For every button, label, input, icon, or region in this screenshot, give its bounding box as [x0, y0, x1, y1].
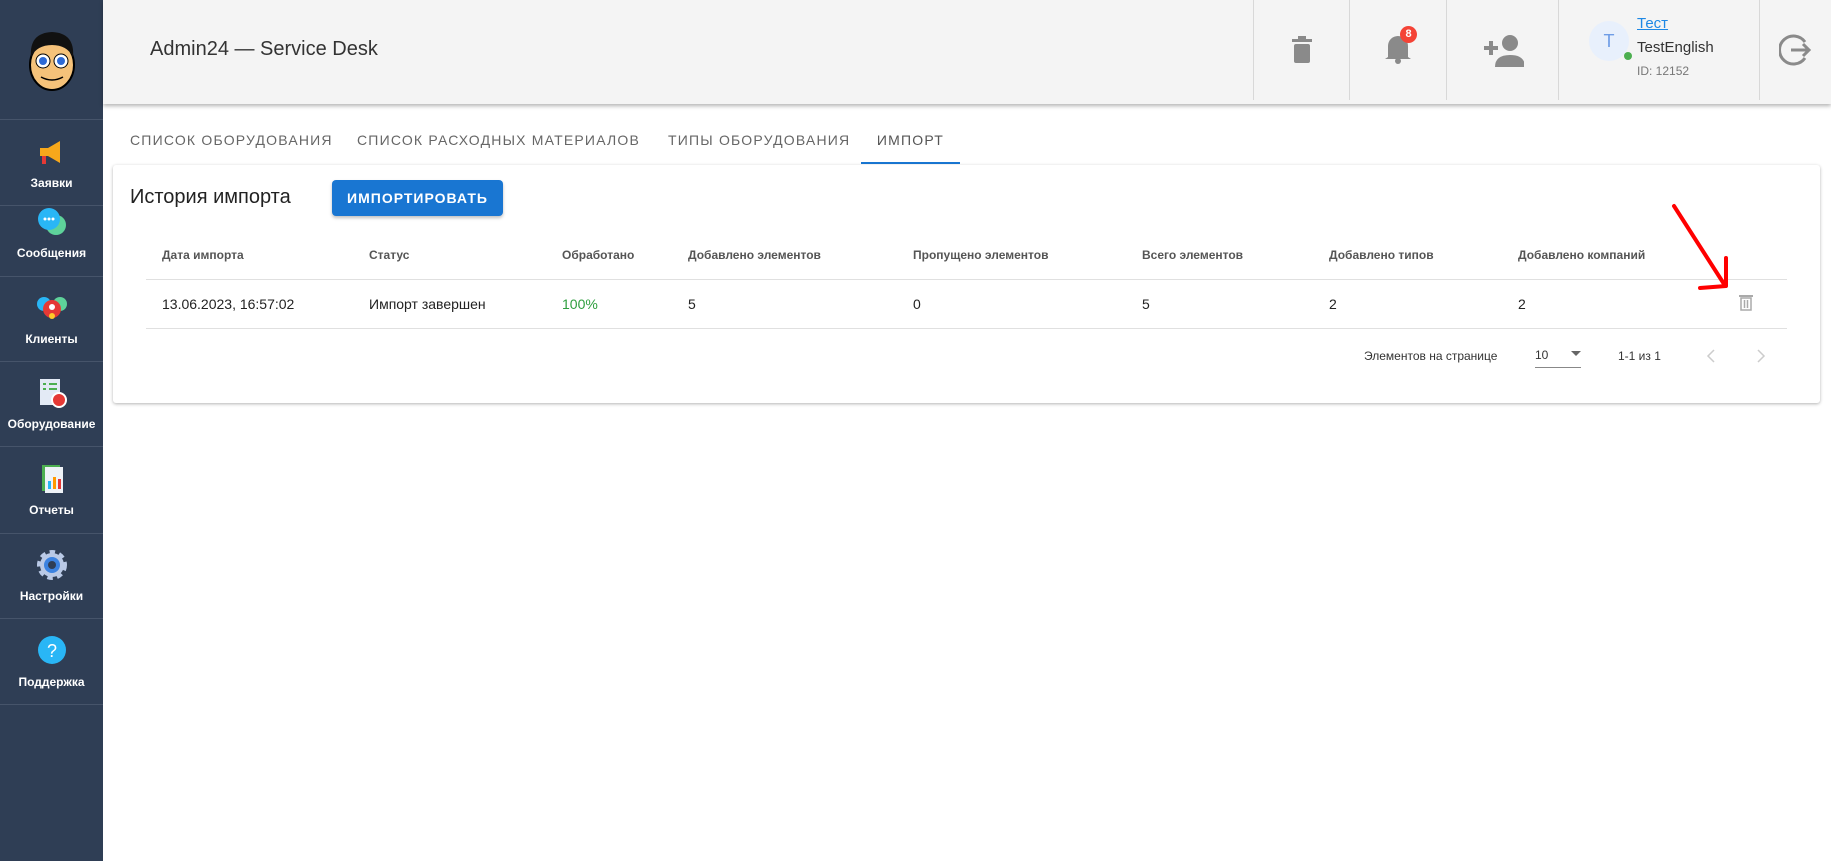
sidebar-item-label: Сообщения	[16, 246, 87, 260]
header: Admin24 — Service Desk 8 T Тест TestEngl…	[103, 0, 1831, 104]
column-header[interactable]: Дата импорта	[162, 248, 244, 262]
red-arrow-annotation-icon	[1672, 204, 1728, 290]
next-page-button[interactable]	[1756, 348, 1766, 369]
trash-icon	[1739, 295, 1753, 311]
cell-status: Импорт завершен	[369, 296, 486, 312]
import-history-card: История импорта ИМПОРТИРОВАТЬ Дата импор…	[113, 165, 1820, 403]
prev-page-button[interactable]	[1706, 348, 1716, 369]
delete-row-button[interactable]	[1739, 294, 1753, 316]
avatar-logo-icon	[28, 31, 75, 91]
sidebar-item-label: Поддержка	[18, 674, 85, 689]
cell-skipped-items: 0	[913, 296, 921, 312]
tab-import[interactable]: ИМПОРТ	[861, 124, 960, 164]
tab-equipment-types[interactable]: ТИПЫ ОБОРУДОВАНИЯ	[668, 124, 850, 164]
add-user-button[interactable]	[1446, 0, 1558, 100]
divider	[146, 279, 1787, 280]
app-title: Admin24 — Service Desk	[150, 38, 378, 60]
user-id: ID: 12152	[1637, 64, 1690, 78]
column-header[interactable]: Статус	[369, 248, 409, 262]
add-user-icon	[1483, 35, 1524, 67]
user-name-link[interactable]: Тест	[1637, 12, 1714, 36]
logo[interactable]	[0, 0, 103, 120]
logout-icon	[1778, 34, 1811, 66]
svg-text:?: ?	[46, 641, 56, 661]
trash-icon	[1291, 36, 1312, 63]
equipment-icon	[36, 377, 68, 409]
tab-equipment-list[interactable]: СПИСОК ОБОРУДОВАНИЯ	[130, 124, 333, 164]
trash-button[interactable]	[1253, 0, 1349, 100]
sidebar-item-support[interactable]: ? Поддержка	[0, 619, 103, 705]
rows-per-page-value: 10	[1535, 348, 1549, 362]
dropdown-arrow-icon	[1571, 351, 1581, 356]
cell-processed: 100%	[562, 296, 598, 312]
reports-icon	[36, 463, 68, 495]
help-icon: ?	[36, 635, 68, 667]
user-profile[interactable]: T Тест TestEnglish ID: 12152	[1558, 0, 1759, 100]
chevron-right-icon	[1757, 349, 1766, 363]
user-avatar: T	[1589, 21, 1632, 61]
sidebar-item-label: Настройки	[19, 589, 84, 603]
cell-added-types: 2	[1329, 296, 1337, 312]
page-range: 1-1 из 1	[1618, 349, 1661, 363]
clients-icon	[36, 292, 68, 324]
column-header[interactable]: Пропущено элементов	[913, 248, 1048, 262]
notification-badge: 8	[1400, 25, 1417, 43]
column-header[interactable]: Всего элементов	[1142, 248, 1243, 262]
column-header[interactable]: Добавлено типов	[1329, 248, 1434, 262]
sidebar-item-label: Клиенты	[25, 332, 78, 346]
sidebar-item-clients[interactable]: Клиенты	[0, 277, 103, 362]
sidebar-item-label: Отчеты	[29, 503, 74, 517]
cell-added-items: 5	[688, 296, 696, 312]
sidebar-item-label: Оборудование	[7, 417, 96, 431]
import-button[interactable]: ИМПОРТИРОВАТЬ	[332, 180, 503, 216]
megaphone-icon	[36, 136, 68, 168]
sidebar-item-messages[interactable]: Сообщения	[0, 190, 103, 277]
avatar-letter: T	[1603, 30, 1615, 51]
logout-button[interactable]	[1759, 0, 1831, 100]
rows-per-page-select[interactable]: 10	[1535, 342, 1581, 368]
sidebar-item-equipment[interactable]: Оборудование	[0, 362, 103, 447]
user-login: TestEnglish	[1637, 39, 1714, 56]
column-header[interactable]: Обработано	[562, 248, 634, 262]
sidebar-item-settings[interactable]: Настройки	[0, 534, 103, 619]
chevron-left-icon	[1706, 349, 1715, 363]
column-header[interactable]: Добавлено элементов	[688, 248, 821, 262]
cell-date: 13.06.2023, 16:57:02	[162, 296, 295, 312]
notifications-button[interactable]: 8	[1349, 0, 1446, 100]
rows-per-page-label: Элементов на странице	[1364, 349, 1498, 363]
sidebar-item-reports[interactable]: Отчеты	[0, 447, 103, 534]
cell-added-companies: 2	[1518, 296, 1526, 312]
cell-total-items: 5	[1142, 296, 1150, 312]
divider	[146, 328, 1787, 329]
sidebar-item-label: Заявки	[30, 175, 73, 190]
card-title: История импорта	[130, 186, 291, 208]
gear-icon	[36, 549, 68, 581]
sidebar: Заявки Сообщения Клиенты Оборудование От…	[0, 0, 103, 861]
online-status-dot	[1624, 52, 1632, 60]
tab-consumables-list[interactable]: СПИСОК РАСХОДНЫХ МАТЕРИАЛОВ	[357, 124, 640, 164]
column-header[interactable]: Добавлено компаний	[1518, 248, 1645, 262]
chat-icon	[36, 206, 68, 238]
